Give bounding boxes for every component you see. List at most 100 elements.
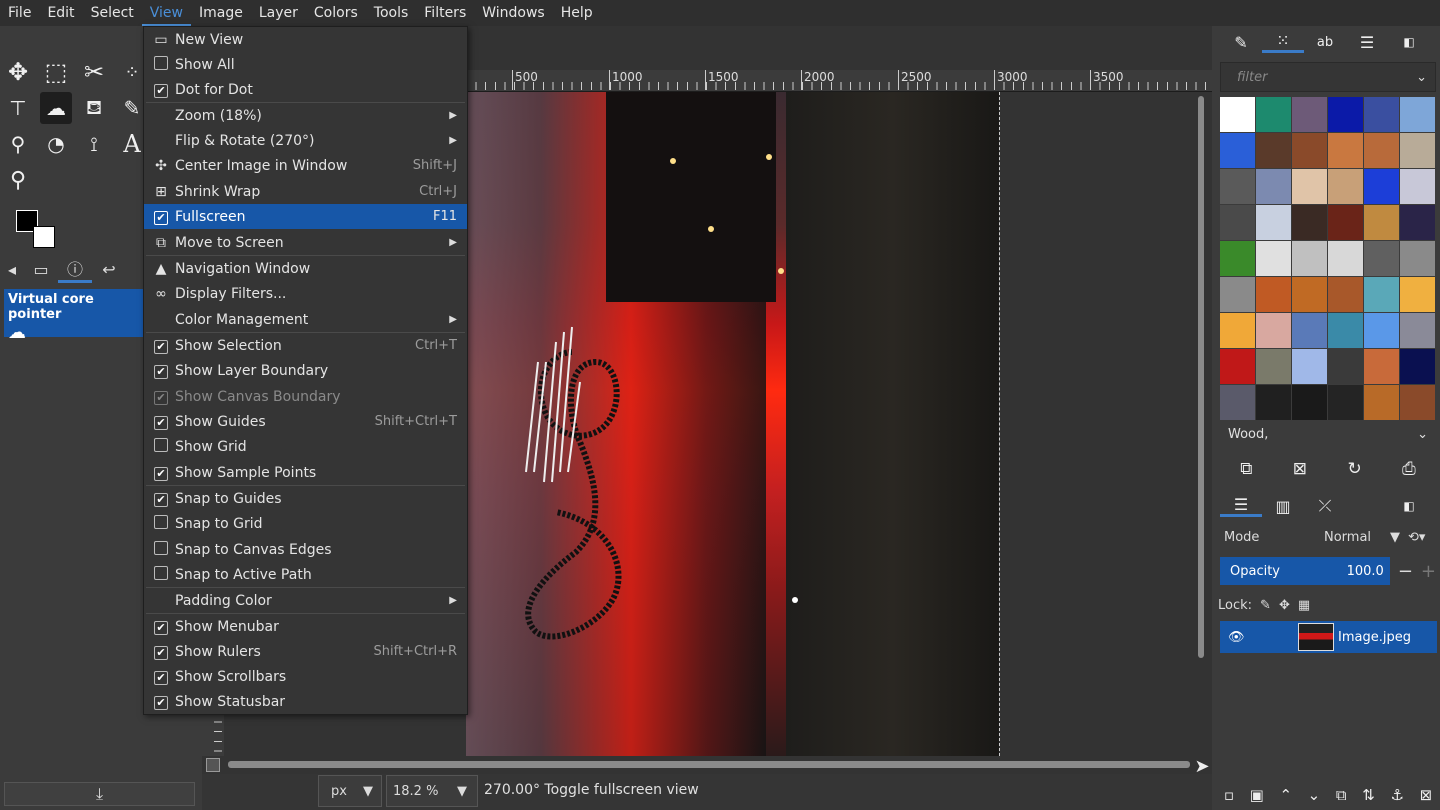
pattern-swatch[interactable] <box>1220 277 1255 312</box>
pattern-swatch[interactable] <box>1292 385 1327 420</box>
pattern-swatch[interactable] <box>1220 241 1255 276</box>
lock-position-icon[interactable]: ✥ <box>1279 598 1290 613</box>
pattern-swatch[interactable] <box>1400 205 1435 240</box>
unit-dropdown[interactable]: px ▼ <box>318 775 382 807</box>
image-canvas[interactable] <box>466 92 999 756</box>
minus-icon[interactable]: − <box>1398 561 1413 582</box>
pattern-swatch[interactable] <box>1328 349 1363 384</box>
move-tool-icon[interactable]: ✥ <box>2 56 34 88</box>
delete-pattern-icon[interactable]: ⊠ <box>1293 459 1307 479</box>
layers-tab-icon[interactable]: ☰ <box>1220 495 1262 517</box>
menu-item-flip-rotate[interactable]: Flip & Rotate (270°) ▶ <box>144 128 467 153</box>
pattern-swatch[interactable] <box>1364 205 1399 240</box>
menu-windows[interactable]: Windows <box>474 0 553 26</box>
lock-pixels-icon[interactable]: ✎ <box>1260 598 1271 613</box>
plus-icon[interactable]: + <box>1421 561 1436 582</box>
menu-item-shrink-wrap[interactable]: ⊞ Shrink Wrap Ctrl+J <box>144 179 467 204</box>
pattern-swatch[interactable] <box>1400 313 1435 348</box>
pattern-swatch[interactable] <box>1256 385 1291 420</box>
menu-item-show-scrollbars[interactable]: ✔ Show Scrollbars <box>144 664 467 689</box>
tab-tool-options-icon[interactable]: ▭ <box>24 260 58 279</box>
channels-tab-icon[interactable]: ▥ <box>1262 497 1304 516</box>
pattern-swatch[interactable] <box>1328 313 1363 348</box>
fonts-tab-icon[interactable]: ab <box>1304 35 1346 50</box>
opacity-slider[interactable]: Opacity 100.0 <box>1220 557 1390 585</box>
layer-row[interactable]: 👁 Image.jpeg <box>1220 621 1437 653</box>
pattern-swatch[interactable] <box>1220 349 1255 384</box>
menu-tools[interactable]: Tools <box>366 0 417 26</box>
menu-item-new-view[interactable]: ▭ New View <box>144 27 467 52</box>
menu-item-show-statusbar[interactable]: ✔ Show Statusbar <box>144 689 467 714</box>
menu-filters[interactable]: Filters <box>416 0 474 26</box>
pattern-swatch[interactable] <box>1400 349 1435 384</box>
menu-item-move-to-screen[interactable]: ⧉ Move to Screen ▶ <box>144 230 467 255</box>
pattern-swatch[interactable] <box>1256 97 1291 132</box>
new-layer-group-icon[interactable]: ▣ <box>1250 786 1264 804</box>
smudge-tool-icon[interactable]: ◔ <box>40 128 72 160</box>
menu-item-display-filters[interactable]: ∞ Display Filters... <box>144 281 467 306</box>
pattern-swatch[interactable] <box>1220 133 1255 168</box>
duplicate-pattern-icon[interactable]: ⧉ <box>1240 459 1252 479</box>
pattern-swatch[interactable] <box>1256 349 1291 384</box>
zoom-tool-icon[interactable]: ⚲ <box>2 164 34 196</box>
menu-item-center-image[interactable]: ✣ Center Image in Window Shift+J <box>144 153 467 178</box>
menu-help[interactable]: Help <box>553 0 601 26</box>
menu-item-snap-to-canvas-edges[interactable]: Snap to Canvas Edges <box>144 537 467 562</box>
menu-item-show-all[interactable]: Show All <box>144 52 467 77</box>
menu-item-zoom[interactable]: Zoom (18%) ▶ <box>144 103 467 128</box>
pattern-swatch[interactable] <box>1292 169 1327 204</box>
pattern-swatch[interactable] <box>1256 205 1291 240</box>
crop-tool-icon[interactable]: ⊤ <box>2 92 34 124</box>
horizontal-scrollbar[interactable] <box>228 761 1190 768</box>
rect-select-tool-icon[interactable]: ⬚ <box>40 56 72 88</box>
menu-layer[interactable]: Layer <box>251 0 306 26</box>
menu-item-show-sample-points[interactable]: ✔ Show Sample Points <box>144 460 467 485</box>
warp-tool-icon[interactable]: ☁ <box>40 92 72 124</box>
pattern-swatch[interactable] <box>1328 169 1363 204</box>
horizontal-ruler[interactable]: 500 1000 1500 2000 2500 3000 3500 <box>466 70 1212 92</box>
pattern-swatch[interactable] <box>1400 133 1435 168</box>
menu-item-dot-for-dot[interactable]: ✔ Dot for Dot <box>144 77 467 102</box>
menu-item-color-management[interactable]: Color Management ▶ <box>144 307 467 332</box>
menu-select[interactable]: Select <box>83 0 142 26</box>
mode-reset-icon[interactable]: ⟲▾ <box>1408 530 1425 545</box>
tab-undo-history-icon[interactable]: ↩ <box>92 260 126 279</box>
pattern-filter-input[interactable]: filter ⌄ <box>1220 62 1436 92</box>
pattern-swatch[interactable] <box>1364 385 1399 420</box>
bucket-fill-tool-icon[interactable]: ⛾ <box>78 92 110 124</box>
pattern-swatch[interactable] <box>1364 313 1399 348</box>
pattern-swatch[interactable] <box>1256 313 1291 348</box>
save-device-status-button[interactable]: ⤓ <box>4 782 195 806</box>
pattern-swatch[interactable] <box>1364 169 1399 204</box>
pattern-swatch[interactable] <box>1292 97 1327 132</box>
pattern-swatch[interactable] <box>1292 205 1327 240</box>
new-layer-icon[interactable]: ▫ <box>1224 786 1234 804</box>
menu-item-navigation-window[interactable]: ▲ Navigation Window <box>144 256 467 281</box>
menu-file[interactable]: File <box>0 0 39 26</box>
menu-item-show-guides[interactable]: ✔ Show Guides Shift+Ctrl+T <box>144 409 467 434</box>
raise-layer-icon[interactable]: ⌃ <box>1279 786 1292 804</box>
dock-menu-icon[interactable]: ◧ <box>1388 499 1430 513</box>
pattern-swatch[interactable] <box>1256 277 1291 312</box>
navigation-icon[interactable]: ➤ <box>1192 756 1212 777</box>
pattern-swatch[interactable] <box>1220 385 1255 420</box>
menu-item-snap-to-grid[interactable]: Snap to Grid <box>144 511 467 536</box>
pattern-swatch[interactable] <box>1220 313 1255 348</box>
pattern-swatch[interactable] <box>1292 313 1327 348</box>
pattern-swatch[interactable] <box>1292 277 1327 312</box>
pattern-swatch[interactable] <box>1256 133 1291 168</box>
menu-item-padding-color[interactable]: Padding Color ▶ <box>144 588 467 613</box>
menu-edit[interactable]: Edit <box>39 0 82 26</box>
pattern-swatch[interactable] <box>1256 169 1291 204</box>
pattern-swatch[interactable] <box>1400 97 1435 132</box>
lock-alpha-icon[interactable]: ▦ <box>1298 598 1310 613</box>
menu-item-show-menubar[interactable]: ✔ Show Menubar <box>144 614 467 639</box>
pattern-swatch[interactable] <box>1220 97 1255 132</box>
zoom-dropdown[interactable]: 18.2 % ▼ <box>386 775 478 807</box>
pattern-swatch[interactable] <box>1400 169 1435 204</box>
menu-item-snap-to-active-path[interactable]: Snap to Active Path <box>144 562 467 587</box>
menu-item-snap-to-guides[interactable]: ✔ Snap to Guides <box>144 486 467 511</box>
lower-layer-icon[interactable]: ⌄ <box>1308 786 1321 804</box>
menu-image[interactable]: Image <box>191 0 251 26</box>
patterns-tab-icon[interactable]: ⁙ <box>1262 31 1304 53</box>
